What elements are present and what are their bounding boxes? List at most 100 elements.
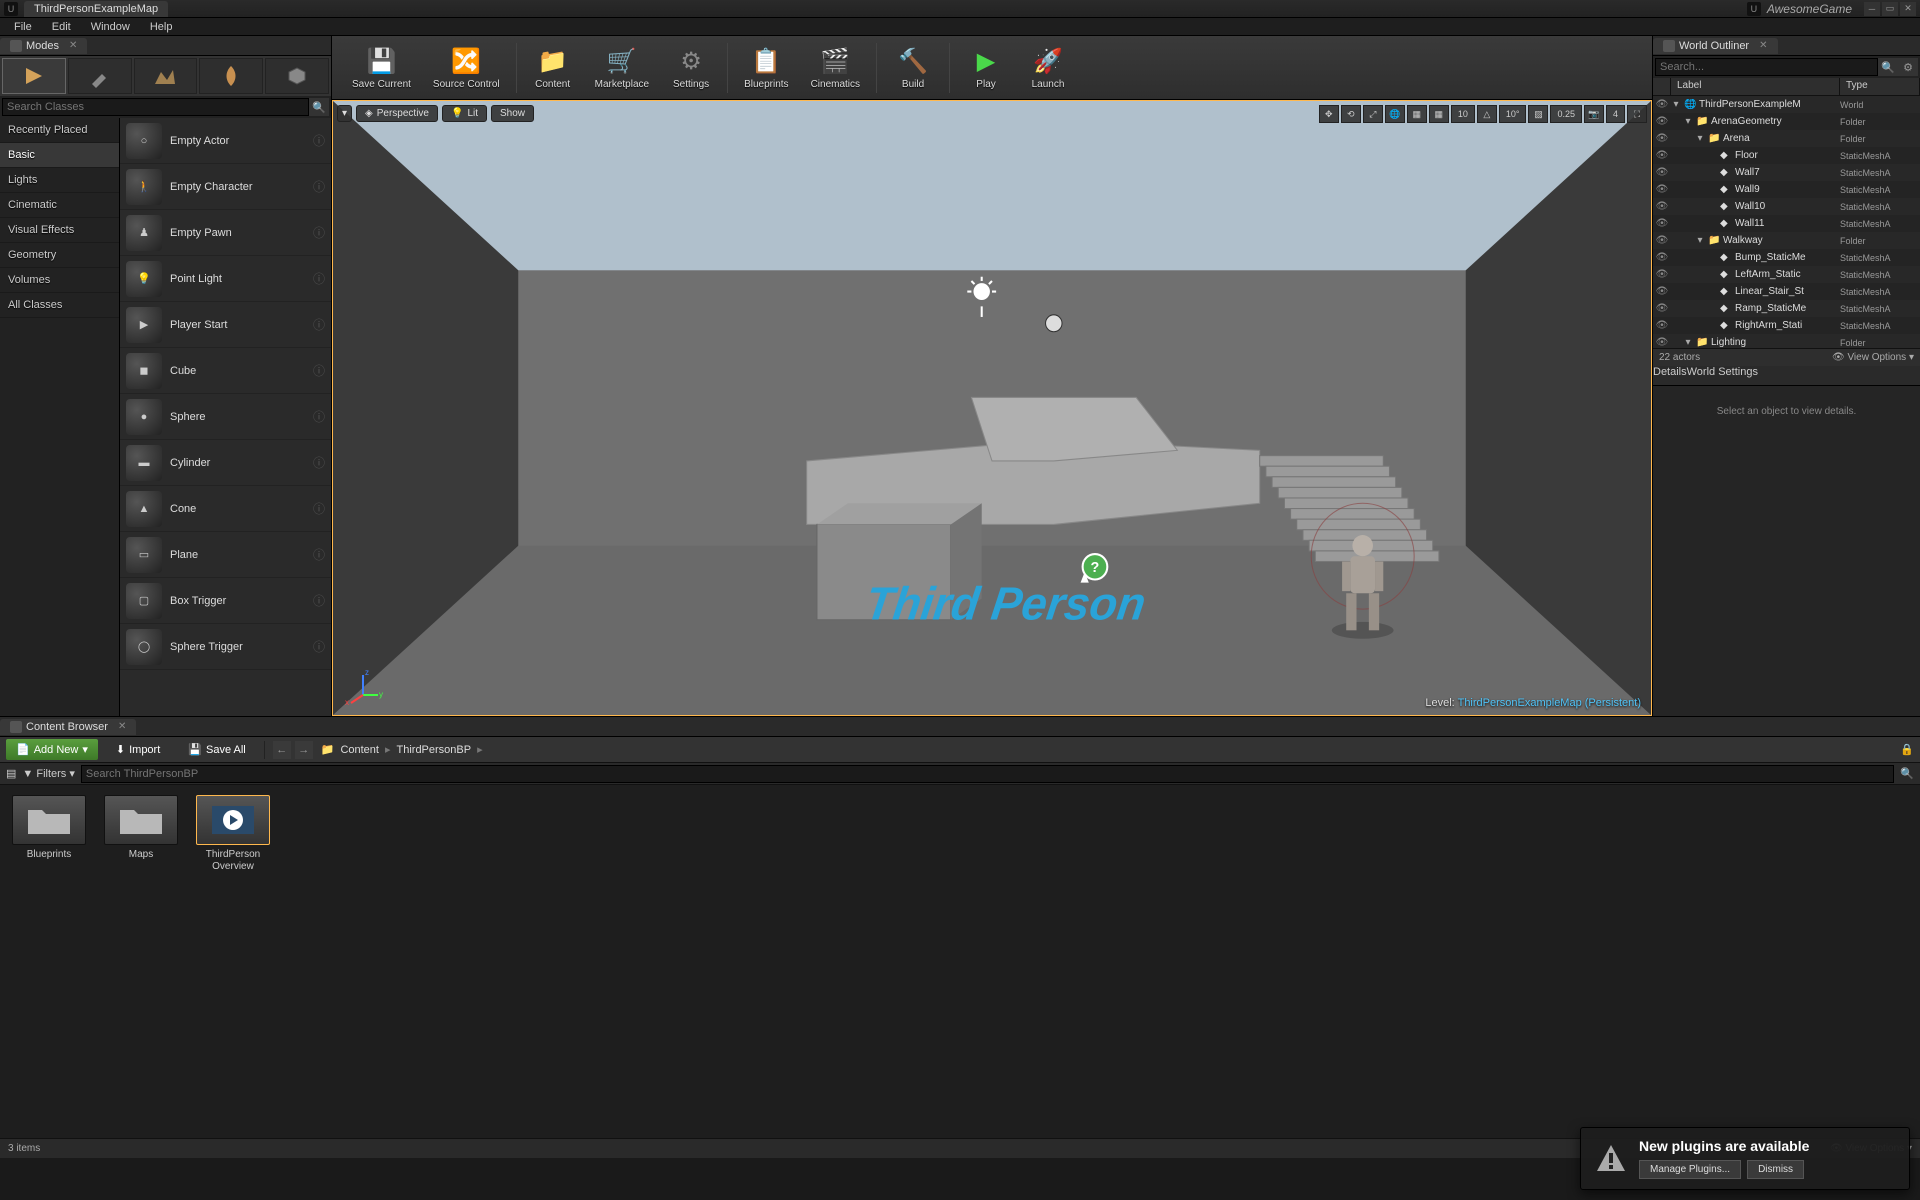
content-search-input[interactable] xyxy=(81,765,1894,783)
title-tab[interactable]: ThirdPersonExampleMap xyxy=(24,1,168,17)
place-item[interactable]: ◯Sphere Triggerⓘ xyxy=(120,624,331,670)
level-link[interactable]: ThirdPersonExampleMap (Persistent) xyxy=(1458,697,1641,709)
expand-icon[interactable]: ▾ xyxy=(1683,116,1693,127)
place-item[interactable]: ●Sphereⓘ xyxy=(120,394,331,440)
toolbar-source-button[interactable]: 🔀Source Control xyxy=(423,41,510,94)
visibility-icon[interactable]: 👁 xyxy=(1653,235,1671,246)
category-visual-effects[interactable]: Visual Effects xyxy=(0,218,119,243)
toolbar-play-button[interactable]: ▶Play xyxy=(956,41,1016,94)
angle-snap-value[interactable]: 10° xyxy=(1499,105,1527,123)
outliner-row[interactable]: 👁◆Ramp_StaticMeStaticMeshA xyxy=(1653,300,1920,317)
viewport-show-button[interactable]: Show xyxy=(491,105,534,122)
expand-icon[interactable]: ▾ xyxy=(1695,235,1705,246)
visibility-icon[interactable]: 👁 xyxy=(1653,201,1671,212)
outliner-row[interactable]: 👁◆Wall9StaticMeshA xyxy=(1653,181,1920,198)
coord-space-button[interactable]: 🌐 xyxy=(1385,105,1405,123)
viewport-perspective-button[interactable]: ◈ Perspective xyxy=(356,105,438,122)
asset-item[interactable]: ThirdPerson Overview xyxy=(194,795,272,1128)
outliner-row[interactable]: 👁▾📁ArenaGeometryFolder xyxy=(1653,113,1920,130)
world-settings-tab[interactable]: World Settings xyxy=(1687,366,1758,385)
asset-item[interactable]: Blueprints xyxy=(10,795,88,1128)
close-icon[interactable]: ✕ xyxy=(69,40,77,51)
search-classes-input[interactable] xyxy=(2,98,309,116)
col-label[interactable]: Label xyxy=(1671,78,1840,95)
category-recently-placed[interactable]: Recently Placed xyxy=(0,118,119,143)
viewport[interactable]: ? Third Person xyxy=(332,100,1652,716)
visibility-icon[interactable]: 👁 xyxy=(1653,167,1671,178)
place-item[interactable]: ▶Player Startⓘ xyxy=(120,302,331,348)
paint-mode-button[interactable] xyxy=(68,58,132,94)
breadcrumb-thirdpersonbp[interactable]: ThirdPersonBP xyxy=(397,744,472,756)
landscape-mode-button[interactable] xyxy=(134,58,198,94)
geometry-mode-button[interactable] xyxy=(265,58,329,94)
sources-toggle-button[interactable]: ▤ xyxy=(6,767,16,780)
grid-snap-value[interactable]: 10 xyxy=(1451,105,1475,123)
minimize-button[interactable]: ─ xyxy=(1864,2,1880,16)
camera-speed-value[interactable]: 4 xyxy=(1606,105,1625,123)
outliner-row[interactable]: 👁▾📁ArenaFolder xyxy=(1653,130,1920,147)
content-browser-tab[interactable]: Content Browser ✕ xyxy=(0,719,136,735)
scale-snap-value[interactable]: 0.25 xyxy=(1550,105,1582,123)
add-new-button[interactable]: 📄 Add New ▾ xyxy=(6,739,98,760)
search-icon[interactable]: 🔍 xyxy=(1900,767,1914,780)
outliner-row[interactable]: 👁◆Wall10StaticMeshA xyxy=(1653,198,1920,215)
toolbar-launch-button[interactable]: 🚀Launch xyxy=(1018,41,1078,94)
place-item[interactable]: ▲Coneⓘ xyxy=(120,486,331,532)
dismiss-button[interactable]: Dismiss xyxy=(1747,1160,1804,1179)
category-geometry[interactable]: Geometry xyxy=(0,243,119,268)
nav-forward-button[interactable]: → xyxy=(295,741,313,759)
visibility-icon[interactable]: 👁 xyxy=(1653,286,1671,297)
toolbar-content-button[interactable]: 📁Content xyxy=(523,41,583,94)
angle-snap-button[interactable]: △ xyxy=(1477,105,1497,123)
visibility-icon[interactable]: 👁 xyxy=(1653,269,1671,280)
viewport-lit-button[interactable]: 💡 Lit xyxy=(442,105,487,122)
menu-window[interactable]: Window xyxy=(81,19,140,35)
visibility-icon[interactable]: 👁 xyxy=(1653,252,1671,263)
close-button[interactable]: ✕ xyxy=(1900,2,1916,16)
menu-edit[interactable]: Edit xyxy=(42,19,81,35)
scale-snap-button[interactable]: ▨ xyxy=(1528,105,1548,123)
col-type[interactable]: Type xyxy=(1840,78,1920,95)
search-icon[interactable]: 🔍 xyxy=(1878,58,1898,76)
category-lights[interactable]: Lights xyxy=(0,168,119,193)
outliner-row[interactable]: 👁◆Wall7StaticMeshA xyxy=(1653,164,1920,181)
place-item[interactable]: ♟Empty Pawnⓘ xyxy=(120,210,331,256)
surface-snap-button[interactable]: ▦ xyxy=(1407,105,1427,123)
place-item[interactable]: ▭Planeⓘ xyxy=(120,532,331,578)
outliner-options-button[interactable]: ⚙ xyxy=(1898,58,1918,76)
place-item[interactable]: ◼Cubeⓘ xyxy=(120,348,331,394)
modes-tab[interactable]: Modes ✕ xyxy=(0,38,87,54)
category-volumes[interactable]: Volumes xyxy=(0,268,119,293)
expand-icon[interactable]: ▾ xyxy=(1695,133,1705,144)
outliner-row[interactable]: 👁◆Bump_StaticMeStaticMeshA xyxy=(1653,249,1920,266)
toolbar-save-button[interactable]: 💾Save Current xyxy=(342,41,421,94)
manage-plugins-button[interactable]: Manage Plugins... xyxy=(1639,1160,1741,1179)
foliage-mode-button[interactable] xyxy=(199,58,263,94)
visibility-icon[interactable]: 👁 xyxy=(1653,99,1671,110)
outliner-row[interactable]: 👁◆RightArm_StatiStaticMeshA xyxy=(1653,317,1920,334)
visibility-icon[interactable]: 👁 xyxy=(1653,303,1671,314)
toolbar-market-button[interactable]: 🛒Marketplace xyxy=(585,41,659,94)
place-item[interactable]: ○Empty Actorⓘ xyxy=(120,118,331,164)
lock-button[interactable]: 🔒 xyxy=(1900,743,1914,756)
outliner-row[interactable]: 👁▾📁LightingFolder xyxy=(1653,334,1920,348)
visibility-icon[interactable]: 👁 xyxy=(1653,133,1671,144)
visibility-icon[interactable]: 👁 xyxy=(1653,320,1671,331)
category-cinematic[interactable]: Cinematic xyxy=(0,193,119,218)
close-icon[interactable]: ✕ xyxy=(118,721,126,732)
outliner-row[interactable]: 👁◆FloorStaticMeshA xyxy=(1653,147,1920,164)
visibility-icon[interactable]: 👁 xyxy=(1653,150,1671,161)
menu-file[interactable]: File xyxy=(4,19,42,35)
expand-icon[interactable]: ▾ xyxy=(1671,99,1681,110)
category-all-classes[interactable]: All Classes xyxy=(0,293,119,318)
category-basic[interactable]: Basic xyxy=(0,143,119,168)
expand-icon[interactable]: ▾ xyxy=(1683,337,1693,348)
place-item[interactable]: 💡Point Lightⓘ xyxy=(120,256,331,302)
maximize-viewport-button[interactable]: ⛶ xyxy=(1627,105,1647,123)
toolbar-bp-button[interactable]: 📋Blueprints xyxy=(734,41,798,94)
outliner-search-input[interactable] xyxy=(1655,58,1878,76)
asset-item[interactable]: Maps xyxy=(102,795,180,1128)
import-button[interactable]: ⬇ Import xyxy=(106,739,170,760)
toolbar-build-button[interactable]: 🔨Build xyxy=(883,41,943,94)
details-tab[interactable]: Details xyxy=(1653,366,1687,385)
